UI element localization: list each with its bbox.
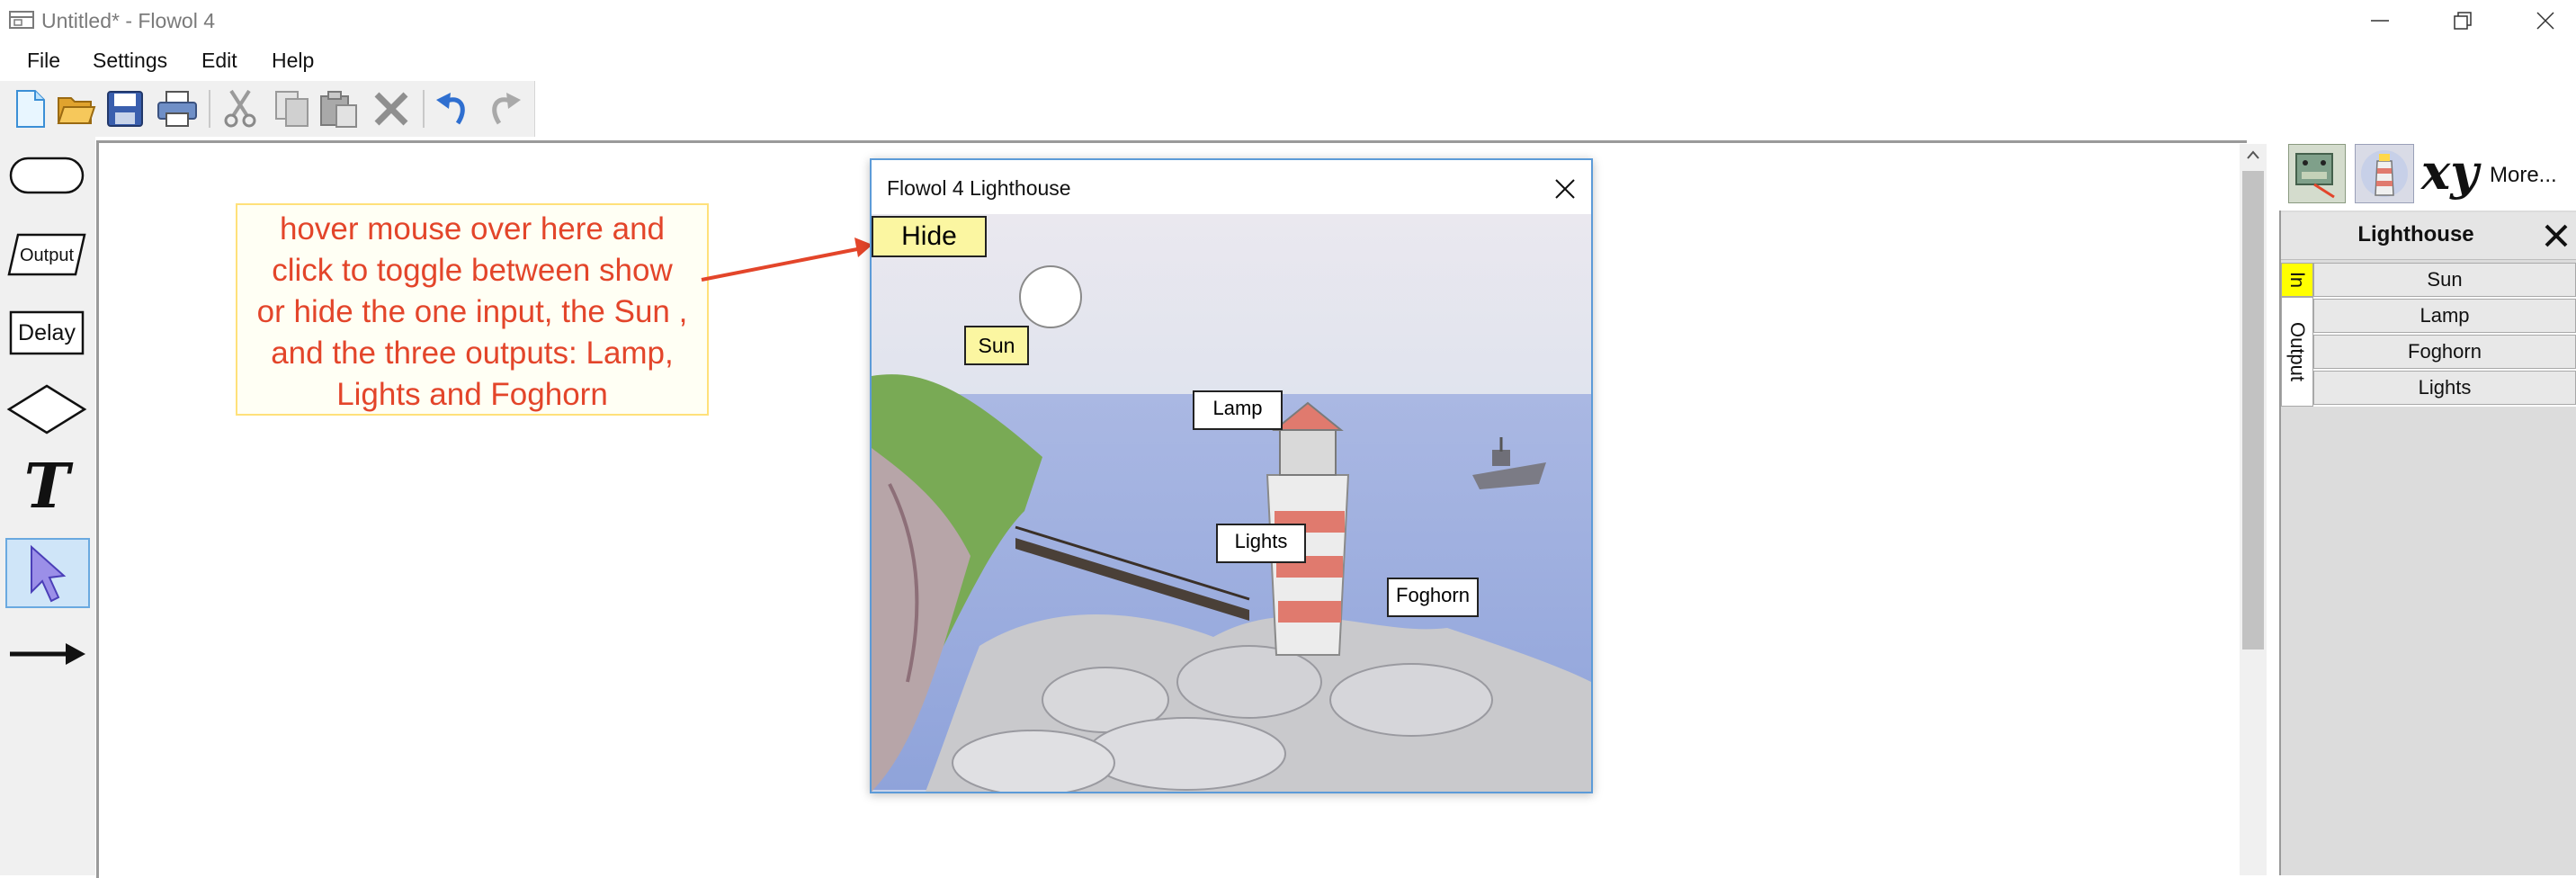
lights-output-label[interactable]: Lights bbox=[1216, 524, 1306, 563]
outputs-tab-label: Output bbox=[2286, 321, 2310, 382]
start-stop-shape-tool[interactable] bbox=[5, 140, 88, 211]
menu-help[interactable]: Help bbox=[272, 47, 314, 74]
lamp-output-label[interactable]: Lamp bbox=[1193, 390, 1283, 430]
save-icon[interactable] bbox=[104, 88, 146, 130]
more-mimics-button[interactable]: More... bbox=[2490, 162, 2557, 189]
paste-icon[interactable] bbox=[318, 88, 360, 130]
decision-shape-tool[interactable] bbox=[5, 374, 88, 444]
menu-settings[interactable]: Settings bbox=[93, 47, 167, 74]
title-bar bbox=[0, 0, 2576, 41]
annotation-arrow-icon bbox=[701, 237, 872, 282]
input-row-sun[interactable]: Sun bbox=[2313, 263, 2576, 297]
inputs-tab[interactable]: In bbox=[2281, 263, 2313, 297]
restore-button[interactable] bbox=[2421, 0, 2504, 41]
text-tool[interactable]: T bbox=[5, 452, 88, 522]
output-shape-tool[interactable]: Output bbox=[5, 220, 88, 290]
new-file-icon[interactable] bbox=[9, 88, 50, 130]
lighthouse-close-icon[interactable] bbox=[1547, 171, 1583, 207]
control-box-mimic-icon[interactable] bbox=[2288, 144, 2346, 203]
mimic-panel-title: Lighthouse bbox=[2357, 222, 2474, 246]
inputs-tab-label: In bbox=[2285, 271, 2309, 289]
redo-icon[interactable] bbox=[484, 88, 525, 130]
lighthouse-mimic-icon[interactable] bbox=[2355, 144, 2414, 203]
connector-arrow-tool[interactable] bbox=[5, 619, 88, 689]
output-row-lamp[interactable]: Lamp bbox=[2313, 299, 2576, 333]
foghorn-output-label[interactable]: Foghorn bbox=[1387, 578, 1479, 617]
delay-shape-label: Delay bbox=[18, 320, 76, 345]
hide-toggle-button[interactable]: Hide bbox=[872, 216, 987, 257]
minimize-button[interactable] bbox=[2339, 0, 2421, 41]
panel-gap bbox=[2267, 137, 2279, 875]
select-pointer-tool[interactable] bbox=[5, 538, 90, 608]
mimic-panel-close-icon[interactable] bbox=[2536, 220, 2576, 252]
text-tool-label: T bbox=[23, 451, 70, 523]
undo-icon[interactable] bbox=[432, 88, 473, 130]
delay-shape-tool[interactable]: Delay bbox=[5, 297, 88, 367]
cut-icon[interactable] bbox=[219, 88, 261, 130]
menu-file[interactable]: File bbox=[27, 47, 60, 74]
scroll-up-icon[interactable] bbox=[2240, 144, 2267, 167]
toolbar-separator bbox=[423, 90, 425, 128]
toolbar-separator bbox=[209, 90, 210, 128]
pointer-icon bbox=[31, 544, 67, 603]
output-row-foghorn[interactable]: Foghorn bbox=[2313, 335, 2576, 369]
menu-edit[interactable]: Edit bbox=[201, 47, 237, 74]
lighthouse-window-title: Flowol 4 Lighthouse bbox=[887, 176, 1071, 200]
outputs-tab[interactable]: Output bbox=[2281, 297, 2313, 407]
open-folder-icon[interactable] bbox=[56, 88, 97, 130]
print-icon[interactable] bbox=[157, 88, 198, 130]
output-row-lights[interactable]: Lights bbox=[2313, 371, 2576, 405]
menu-bar bbox=[0, 41, 2576, 79]
close-window-button[interactable] bbox=[2504, 0, 2576, 41]
window-title: Untitled* - Flowol 4 bbox=[41, 9, 216, 32]
delete-icon[interactable] bbox=[371, 88, 412, 130]
output-shape-label: Output bbox=[20, 246, 74, 265]
sun-input-label[interactable]: Sun bbox=[964, 326, 1029, 365]
annotation-note: hover mouse over here and click to toggl… bbox=[236, 203, 709, 416]
copy-icon[interactable] bbox=[272, 88, 313, 130]
scrollbar-thumb[interactable] bbox=[2242, 171, 2264, 650]
lighthouse-scene-image bbox=[872, 214, 1591, 792]
xy-graph-button[interactable]: xy bbox=[2421, 140, 2479, 203]
app-icon bbox=[7, 8, 38, 31]
